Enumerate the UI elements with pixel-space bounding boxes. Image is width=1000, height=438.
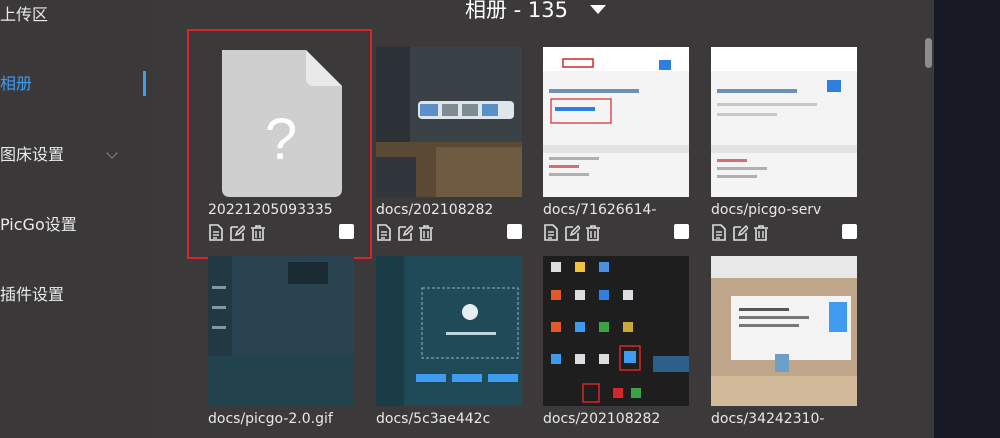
copy-link-icon[interactable] [376, 224, 392, 241]
copy-link-icon[interactable] [543, 224, 559, 241]
sidebar-item-image-host-settings[interactable]: 图床设置 [0, 143, 64, 167]
screenshot-thumbnail [208, 256, 354, 406]
image-filename: docs/71626614- [543, 202, 657, 218]
screenshot-thumbnail [376, 47, 522, 197]
delete-icon[interactable] [585, 224, 601, 241]
image-filename: docs/5c3ae442c [376, 411, 491, 427]
image-filename: docs/202108282 [376, 202, 494, 218]
scrollbar-thumb[interactable] [925, 38, 932, 68]
caret-down-icon[interactable] [590, 5, 606, 14]
selection-highlight [187, 29, 372, 259]
sidebar-item-plugin-settings[interactable]: 插件设置 [0, 283, 64, 307]
image-thumbnail[interactable] [543, 256, 689, 406]
edit-icon[interactable] [397, 224, 413, 241]
delete-icon[interactable] [753, 224, 769, 241]
image-filename: docs/picgo-2.0.gif [208, 411, 333, 427]
image-filename: docs/202108282 [543, 411, 661, 427]
sidebar: 上传区 相册 图床设置 PicGo设置 插件设置 [0, 0, 158, 438]
screenshot-thumbnail [543, 47, 689, 197]
edit-icon[interactable] [732, 224, 748, 241]
select-checkbox[interactable] [674, 224, 689, 239]
select-checkbox[interactable] [507, 224, 522, 239]
edit-icon[interactable] [564, 224, 580, 241]
image-filename: docs/34242310- [711, 411, 825, 427]
active-indicator [143, 71, 146, 96]
delete-icon[interactable] [418, 224, 434, 241]
image-thumbnail[interactable] [376, 47, 522, 197]
image-thumbnail[interactable] [208, 256, 354, 406]
screenshot-thumbnail [376, 256, 522, 406]
background-window [934, 0, 1000, 438]
image-thumbnail[interactable] [543, 47, 689, 197]
page-title[interactable]: 相册 - 135 [465, 0, 568, 25]
image-thumbnail[interactable] [711, 47, 857, 197]
sidebar-item-gallery[interactable]: 相册 [0, 72, 32, 96]
select-checkbox[interactable] [842, 224, 857, 239]
image-filename: docs/picgo-serv [711, 202, 822, 218]
image-thumbnail[interactable] [376, 256, 522, 406]
screenshot-thumbnail [711, 47, 857, 197]
sidebar-item-picgo-settings[interactable]: PicGo设置 [0, 213, 77, 237]
screenshot-thumbnail [543, 256, 689, 406]
sidebar-item-upload[interactable]: 上传区 [0, 3, 48, 27]
chevron-down-icon[interactable] [106, 147, 118, 159]
image-thumbnail[interactable] [711, 256, 857, 406]
screenshot-thumbnail [711, 256, 857, 406]
copy-link-icon[interactable] [711, 224, 727, 241]
